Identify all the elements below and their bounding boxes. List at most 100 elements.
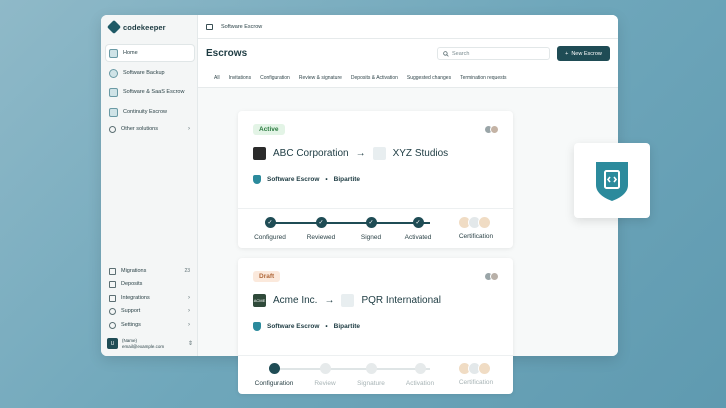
status-badge: Active — [253, 124, 285, 135]
certification-dots — [446, 362, 506, 375]
avatar: U — [107, 338, 118, 349]
escrow-parties: ABC Corporation → XYZ Studios — [253, 147, 448, 160]
beneficiary-logo — [372, 147, 386, 160]
logo-text: codekeeper — [123, 22, 166, 32]
beneficiary-name: PQR International — [361, 295, 441, 306]
home-icon — [109, 48, 118, 58]
escrow-card[interactable]: Active ABC Corporation → XYZ Studios Sof… — [238, 111, 513, 248]
step-label: Activation — [405, 380, 435, 387]
check-icon: ✓ — [264, 217, 276, 228]
breadcrumb[interactable]: Software Escrow — [221, 24, 262, 30]
certification-dots — [446, 216, 506, 229]
user-info: (Name) email@example.com — [122, 338, 164, 349]
tab-configuration[interactable]: Configuration — [260, 75, 290, 81]
search-input[interactable]: Search — [437, 47, 550, 60]
sidebar-item-continuity-escrow[interactable]: Continuity Escrow — [106, 104, 194, 120]
tab-suggested-changes[interactable]: Suggested changes — [407, 75, 451, 81]
escrow-type: Bipartite — [333, 323, 361, 330]
chevron-right-icon: › — [188, 295, 190, 301]
current-step-dot — [268, 363, 280, 374]
user-menu[interactable]: U (Name) email@example.com ⇕ — [107, 338, 195, 349]
tab-termination-requests[interactable]: Termination requests — [460, 75, 506, 81]
arrow-right-icon: → — [355, 148, 366, 159]
shield-icon — [109, 87, 118, 97]
support-icon — [109, 307, 116, 315]
sidebar-item-label: Software & SaaS Escrow — [123, 89, 185, 95]
chevron-right-icon: › — [188, 126, 190, 132]
depositor-logo: ACME — [253, 294, 266, 307]
escrow-meta: Software Escrow • Bipartite — [253, 175, 360, 184]
escrow-parties: ACME Acme Inc. → PQR International — [253, 294, 441, 307]
codekeeper-logo-icon — [106, 19, 122, 35]
sidebar-item-label: Continuity Escrow — [123, 109, 168, 115]
tab-all[interactable]: All — [214, 75, 220, 81]
gear-icon — [109, 321, 116, 329]
sidebar-item-label: Deposits — [121, 281, 143, 287]
shield-icon — [109, 107, 118, 117]
filter-tabs: All Invitations Configuration Review & s… — [198, 68, 618, 88]
plus-circle-icon — [109, 125, 116, 133]
participant-avatars — [484, 272, 499, 281]
escrow-meta: Software Escrow • Bipartite — [253, 322, 360, 331]
avatar — [490, 125, 499, 134]
check-icon: ✓ — [412, 217, 424, 228]
search-icon — [443, 50, 449, 57]
beneficiary-logo — [341, 294, 355, 307]
topbar: Software Escrow — [198, 15, 618, 39]
deposits-icon — [109, 280, 116, 288]
divider — [238, 208, 513, 209]
chevron-right-icon: › — [188, 322, 190, 328]
check-icon: ✓ — [315, 217, 327, 228]
tab-review-signature[interactable]: Review & signature — [299, 75, 342, 81]
pending-step-dot — [365, 363, 377, 374]
sidebar-item-home[interactable]: Home — [106, 45, 194, 61]
user-email: email@example.com — [122, 343, 165, 349]
separator-dot: • — [325, 176, 328, 183]
sidebar-item-settings[interactable]: Settings › — [106, 317, 194, 333]
pending-step-dot — [414, 363, 426, 374]
step: Activation — [390, 363, 450, 387]
divider — [238, 355, 513, 356]
search-placeholder: Search — [452, 50, 470, 57]
sidebar-item-label: Other solutions — [121, 126, 158, 132]
sidebar-item-label: Home — [123, 50, 138, 56]
sidebar-item-other-solutions[interactable]: Other solutions › — [106, 121, 194, 137]
check-icon: ✓ — [365, 217, 377, 228]
plus-icon: + — [565, 50, 569, 57]
sidebar-item-label: Software Backup — [123, 70, 165, 76]
sidebar-item-label: Support — [121, 308, 141, 314]
new-escrow-label: New Escrow — [571, 50, 602, 57]
sidebar-item-software-escrow[interactable]: Software & SaaS Escrow — [106, 84, 194, 100]
depositor-name: ABC Corporation — [273, 148, 349, 159]
shield-icon — [253, 322, 261, 331]
migrations-count: 23 — [184, 268, 190, 274]
beneficiary-name: XYZ Studios — [392, 148, 449, 159]
step: Certification — [446, 216, 506, 240]
sidebar-item-label: Settings — [121, 322, 141, 328]
code-shield-icon — [596, 161, 628, 201]
cert-dot — [478, 362, 491, 375]
escrow-type: Bipartite — [333, 176, 361, 183]
separator-dot: • — [325, 323, 328, 330]
sidebar-item-software-backup[interactable]: Software Backup — [106, 65, 194, 81]
page-title: Escrows — [206, 48, 248, 59]
escrow-product: Software Escrow — [267, 176, 320, 183]
logo[interactable]: codekeeper — [106, 19, 166, 35]
sidebar-toggle-icon[interactable] — [206, 23, 213, 30]
tab-invitations[interactable]: Invitations — [229, 75, 252, 81]
new-escrow-button[interactable]: + New Escrow — [557, 46, 610, 61]
depositor-logo — [253, 147, 266, 160]
participant-avatars — [484, 125, 499, 134]
avatar — [490, 272, 499, 281]
step: ✓ Activated — [388, 217, 448, 241]
sidebar: codekeeper Home Software Backup Software… — [101, 15, 198, 356]
step: Certification — [446, 362, 506, 386]
step-label: Activated — [404, 234, 432, 241]
escrow-card[interactable]: Draft ACME Acme Inc. → PQR International… — [238, 258, 513, 394]
step-label: Certification — [458, 379, 494, 386]
tab-deposits-activation[interactable]: Deposits & Activation — [351, 75, 398, 81]
page-header: Escrows Search + New Escrow — [198, 39, 618, 68]
escrow-product: Software Escrow — [267, 323, 320, 330]
shield-icon — [253, 175, 261, 184]
sidebar-item-label: Integrations — [121, 295, 150, 301]
